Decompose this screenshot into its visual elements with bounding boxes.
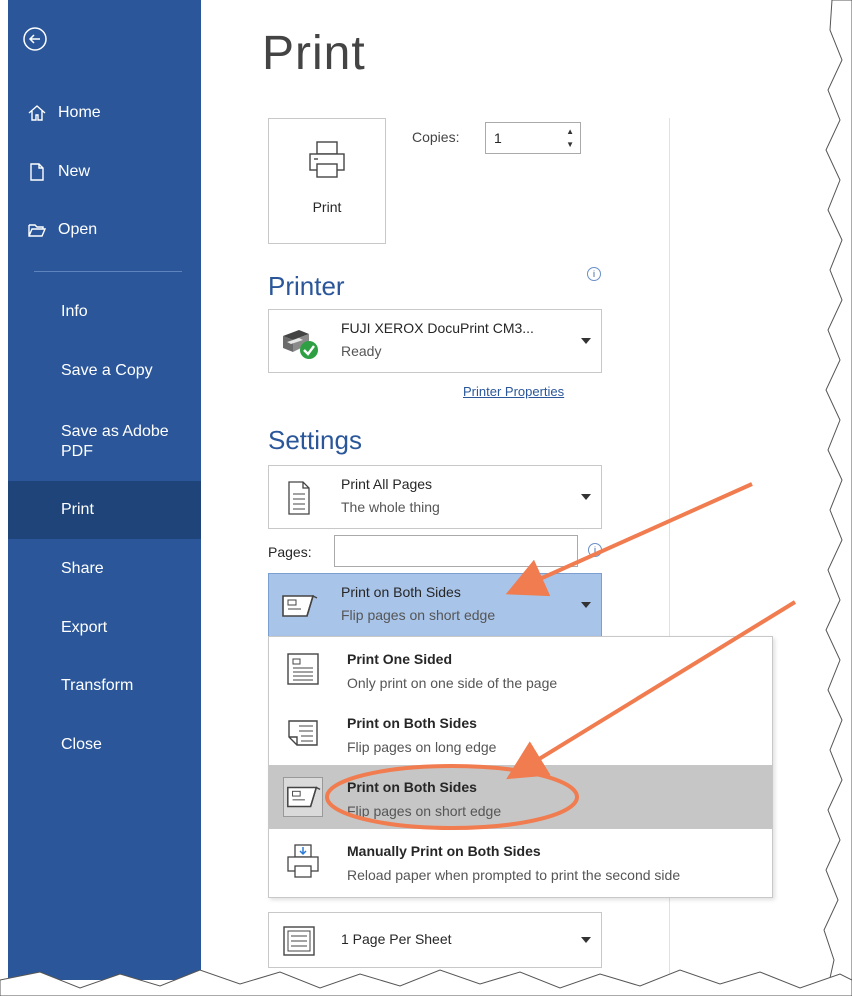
duplex-menu: Print One Sided Only print on one side o… (268, 636, 773, 898)
menu-item-subtitle: Flip pages on short edge (347, 803, 502, 819)
spin-down-icon[interactable]: ▼ (566, 140, 574, 149)
pages-per-sheet-label: 1 Page Per Sheet (341, 931, 452, 947)
printer-ready-icon (279, 322, 325, 367)
printer-status: Ready (341, 343, 382, 359)
sidebar-item-label: Info (61, 303, 88, 320)
printer-icon (309, 141, 345, 178)
print-range-dropdown[interactable]: Print All Pages The whole thing (268, 465, 602, 529)
sidebar-item-save-a-copy[interactable]: Save a Copy (8, 342, 201, 400)
menu-item-subtitle: Reload paper when prompted to print the … (347, 867, 681, 883)
sidebar-item-close[interactable]: Close (8, 716, 201, 774)
info-icon[interactable]: i (587, 267, 601, 281)
sidebar-item-new[interactable]: New (8, 143, 201, 201)
short-edge-icon (279, 586, 319, 631)
print-range-title: Print All Pages (341, 476, 433, 492)
one-sided-icon (283, 649, 323, 689)
chevron-down-icon (581, 338, 591, 344)
duplex-option-one-sided[interactable]: Print One Sided Only print on one side o… (269, 637, 772, 701)
backstage-sidebar: Home New Open Info Save a Copy Save as A… (8, 0, 201, 980)
sidebar-item-transform[interactable]: Transform (8, 657, 201, 715)
duplex-dropdown[interactable]: Print on Both Sides Flip pages on short … (268, 573, 602, 637)
sidebar-item-export[interactable]: Export (8, 599, 201, 657)
sidebar-item-label: Close (61, 736, 102, 753)
pages-icon (279, 478, 319, 523)
pages-input[interactable] (334, 535, 578, 567)
manual-duplex-icon (283, 841, 323, 881)
duplex-option-manual[interactable]: Manually Print on Both Sides Reload pape… (269, 829, 772, 897)
menu-item-subtitle: Only print on one side of the page (347, 675, 558, 691)
sidebar-item-open[interactable]: Open (8, 201, 201, 259)
back-arrow-icon (23, 27, 47, 51)
settings-heading: Settings (268, 425, 362, 455)
long-edge-icon (283, 713, 323, 753)
sidebar-item-label: Home (58, 104, 101, 121)
back-button[interactable] (22, 26, 70, 74)
pages-per-sheet-dropdown[interactable]: 1 Page Per Sheet (268, 912, 602, 968)
short-edge-icon (283, 777, 323, 817)
open-folder-icon (26, 219, 48, 241)
printer-properties-link[interactable]: Printer Properties (463, 384, 564, 399)
sidebar-item-label: Export (61, 619, 108, 636)
sidebar-item-label: Print (61, 501, 94, 518)
sidebar-item-print[interactable]: Print (8, 481, 201, 539)
print-button[interactable]: Print (268, 118, 386, 244)
info-icon[interactable]: i (588, 543, 602, 557)
chevron-down-icon (581, 602, 591, 608)
sidebar-item-label: Save a Copy (61, 362, 153, 379)
chevron-down-icon (581, 494, 591, 500)
sidebar-item-label: Share (61, 560, 104, 577)
menu-item-title: Print One Sided (347, 651, 453, 667)
copies-value: 1 (494, 130, 502, 146)
sidebar-item-home[interactable]: Home (8, 84, 201, 142)
duplex-option-long-edge[interactable]: Print on Both Sides Flip pages on long e… (269, 701, 772, 765)
chevron-down-icon (581, 937, 591, 943)
sidebar-item-share[interactable]: Share (8, 540, 201, 598)
pages-label: Pages: (268, 544, 312, 560)
duplex-title: Print on Both Sides (341, 584, 461, 600)
printer-name: FUJI XEROX DocuPrint CM3... (341, 320, 534, 336)
sidebar-divider (34, 271, 182, 272)
sidebar-item-label: New (58, 163, 91, 180)
duplex-option-short-edge[interactable]: Print on Both Sides Flip pages on short … (269, 765, 772, 829)
printer-dropdown[interactable]: FUJI XEROX DocuPrint CM3... Ready (268, 309, 602, 373)
printer-heading: Printer (268, 271, 345, 301)
menu-item-title: Print on Both Sides (347, 715, 477, 731)
page-title: Print (262, 27, 366, 80)
new-document-icon (26, 161, 48, 183)
pages-per-sheet-icon (279, 921, 319, 966)
sidebar-item-label: Transform (61, 677, 134, 694)
print-backstage: Home New Open Info Save a Copy Save as A… (0, 0, 852, 996)
menu-item-subtitle: Flip pages on long edge (347, 739, 497, 755)
sidebar-item-save-as-adobe-pdf[interactable]: Save as Adobe PDF (8, 411, 201, 473)
home-icon (26, 102, 48, 124)
duplex-subtitle: Flip pages on short edge (341, 607, 496, 623)
menu-item-title: Print on Both Sides (347, 779, 477, 795)
copies-label: Copies: (412, 129, 460, 145)
print-button-label: Print (312, 199, 342, 215)
menu-item-title: Manually Print on Both Sides (347, 843, 541, 859)
print-range-subtitle: The whole thing (341, 499, 440, 515)
sidebar-item-label: Open (58, 221, 98, 238)
sidebar-item-info[interactable]: Info (8, 283, 201, 341)
sidebar-item-label: Save as Adobe PDF (61, 423, 169, 460)
spin-up-icon[interactable]: ▲ (566, 127, 574, 136)
copies-input[interactable]: 1 ▲ ▼ (485, 122, 581, 154)
